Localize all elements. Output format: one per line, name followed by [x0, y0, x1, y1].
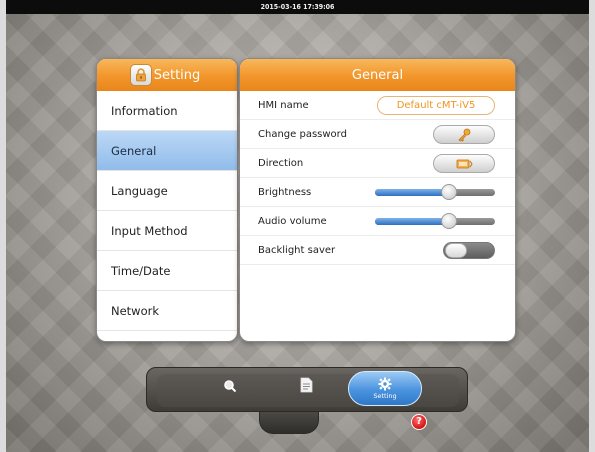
- hmi-screen: 2015-03-16 17:39:06 Setting Information …: [6, 0, 589, 452]
- general-settings-panel: General HMI name Default cMT-iV5 Change …: [239, 58, 516, 342]
- menu-item-network[interactable]: Network: [97, 291, 237, 331]
- backlight-saver-toggle-knob: [445, 243, 467, 258]
- status-datetime: 2015-03-16 17:39:06: [260, 3, 335, 11]
- dock-search-button[interactable]: [222, 378, 238, 394]
- document-icon: [300, 377, 312, 393]
- general-panel-title: General: [351, 67, 404, 83]
- menu-item-general[interactable]: General: [97, 131, 237, 171]
- audio-volume-slider[interactable]: [375, 213, 495, 229]
- menu-item-language[interactable]: Language: [97, 171, 237, 211]
- direction-label: Direction: [258, 157, 304, 169]
- change-password-row: Change password: [240, 120, 515, 149]
- menu-item-time-date[interactable]: Time/Date: [97, 251, 237, 291]
- settings-menu-header: Setting: [97, 59, 237, 91]
- dock-document-button[interactable]: [298, 376, 314, 394]
- general-panel-header: General: [240, 59, 515, 91]
- dock-setting-button[interactable]: Setting: [348, 371, 422, 406]
- rotate-screen-icon: [456, 159, 473, 168]
- search-icon: [224, 380, 237, 393]
- brightness-slider-knob[interactable]: [441, 184, 458, 200]
- audio-volume-slider-fill: [375, 218, 450, 225]
- key-icon: [458, 128, 471, 142]
- direction-row: Direction: [240, 149, 515, 178]
- menu-item-input-method[interactable]: Input Method: [97, 211, 237, 251]
- audio-volume-row: Audio volume: [240, 207, 515, 236]
- backlight-saver-label: Backlight saver: [258, 244, 336, 256]
- settings-menu-title: Setting: [153, 67, 201, 83]
- hmi-name-row: HMI name Default cMT-iV5: [240, 91, 515, 120]
- backlight-saver-toggle[interactable]: [443, 242, 495, 259]
- brightness-row: Brightness: [240, 178, 515, 207]
- change-password-label: Change password: [258, 128, 347, 140]
- backlight-saver-row: Backlight saver: [240, 236, 515, 265]
- audio-volume-slider-knob[interactable]: [441, 213, 458, 229]
- hmi-name-label: HMI name: [258, 99, 309, 111]
- gear-icon: [378, 377, 392, 391]
- hmi-name-field[interactable]: Default cMT-iV5: [377, 96, 495, 115]
- menu-item-information[interactable]: Information: [97, 91, 237, 131]
- brightness-slider[interactable]: [375, 184, 495, 200]
- lock-icon: [136, 68, 146, 82]
- status-bar: 2015-03-16 17:39:06: [6, 0, 589, 14]
- settings-menu-panel: Setting Information General Language Inp…: [96, 58, 238, 342]
- change-password-button[interactable]: [433, 125, 495, 144]
- direction-button[interactable]: [433, 154, 495, 173]
- brightness-label: Brightness: [258, 186, 312, 198]
- brightness-slider-fill: [375, 189, 450, 196]
- dock-help-tab: [259, 412, 319, 434]
- dock-setting-label: Setting: [373, 392, 397, 400]
- audio-volume-label: Audio volume: [258, 215, 327, 227]
- lock-button[interactable]: [130, 64, 152, 86]
- help-button[interactable]: ?: [411, 414, 427, 430]
